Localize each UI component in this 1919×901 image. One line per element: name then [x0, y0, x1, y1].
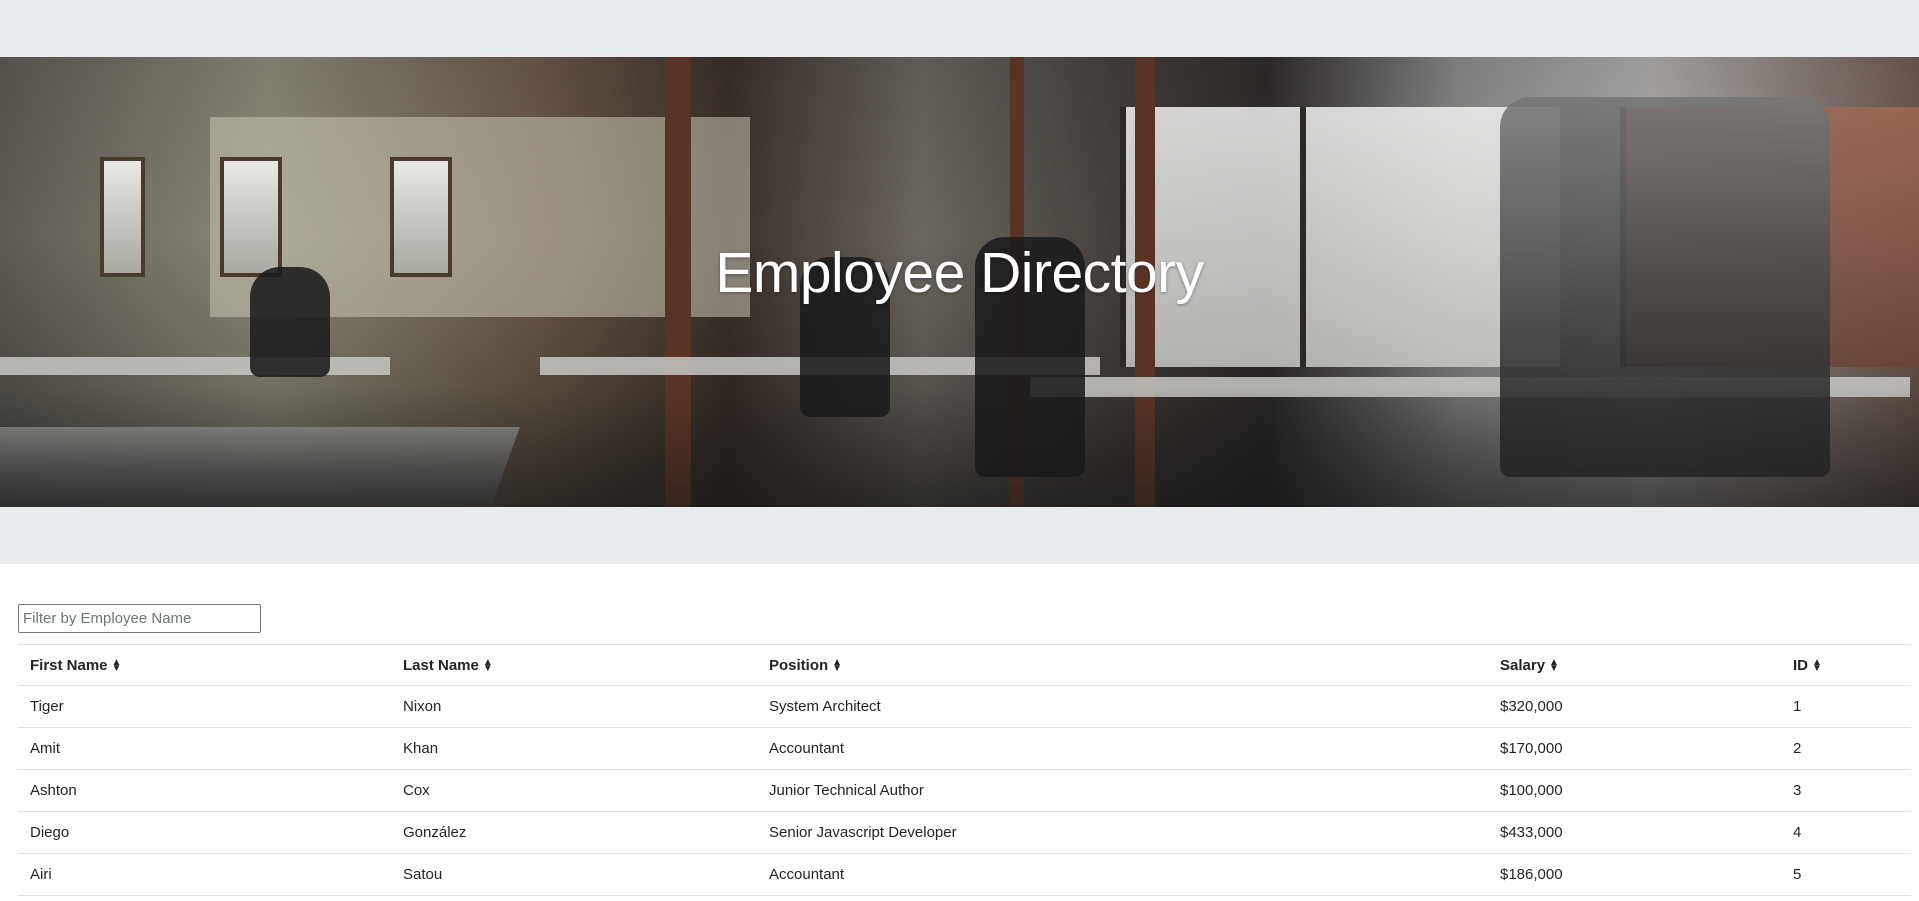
hero-banner: Employee Directory	[0, 57, 1919, 507]
table-row: Amit Khan Accountant $170,000 2	[18, 727, 1911, 770]
table-cell-salary: $186,000	[1488, 853, 1781, 896]
table-cell-first-name: Airi	[18, 853, 391, 896]
column-header-label: ID	[1793, 656, 1808, 674]
table-cell-id: 2	[1781, 727, 1911, 770]
table-cell-last-name: González	[391, 811, 757, 854]
table-row: Tiger Nixon System Architect $320,000 1	[18, 685, 1911, 728]
employee-table: First Name ▲ ▼ Last Name ▲ ▼ Position ▲ ▼ Salary ▲…	[18, 644, 1911, 896]
office-floor	[0, 387, 1919, 507]
table-cell-id: 4	[1781, 811, 1911, 854]
table-cell-first-name: Diego	[18, 811, 391, 854]
table-header-row: First Name ▲ ▼ Last Name ▲ ▼ Position ▲ ▼ Salary ▲…	[18, 644, 1911, 686]
table-cell-first-name: Ashton	[18, 769, 391, 812]
column-header-salary[interactable]: Salary ▲ ▼	[1488, 644, 1781, 686]
table-cell-position: Accountant	[757, 727, 1488, 770]
table-cell-salary: $100,000	[1488, 769, 1781, 812]
office-desk	[0, 357, 390, 375]
sort-icon[interactable]: ▲ ▼	[1549, 657, 1559, 673]
sort-icon[interactable]: ▲ ▼	[483, 657, 493, 673]
table-cell-last-name: Cox	[391, 769, 757, 812]
table-cell-id: 3	[1781, 769, 1911, 812]
column-header-label: Salary	[1500, 656, 1546, 674]
table-cell-first-name: Tiger	[18, 685, 391, 728]
table-cell-salary: $320,000	[1488, 685, 1781, 728]
column-header-last-name[interactable]: Last Name ▲ ▼	[391, 644, 757, 686]
top-band	[0, 0, 1919, 57]
table-cell-id: 5	[1781, 853, 1911, 896]
page-title: Employee Directory	[715, 241, 1204, 305]
bottom-band	[0, 507, 1919, 564]
table-row: Diego González Senior Javascript Developer…	[18, 811, 1911, 854]
column-header-label: Last Name	[403, 656, 479, 674]
table-cell-position: Junior Technical Author	[757, 769, 1488, 812]
sort-icon[interactable]: ▲ ▼	[112, 657, 122, 673]
table-header: First Name ▲ ▼ Last Name ▲ ▼ Position ▲ ▼ Salary ▲…	[18, 644, 1911, 686]
table-cell-last-name: Satou	[391, 853, 757, 896]
directory-content: First Name▲▼Last Name▲▼Position▲▼Salary▲…	[0, 564, 1919, 896]
column-header-label: Position	[769, 656, 829, 674]
column-header-label: First Name	[30, 656, 108, 674]
column-header-position[interactable]: Position ▲ ▼	[757, 644, 1488, 686]
table-cell-id: 1	[1781, 685, 1911, 728]
table-cell-last-name: Nixon	[391, 685, 757, 728]
table-body: Tiger Nixon System Architect $320,000 1 Amit K…	[18, 685, 1911, 896]
column-header-id[interactable]: ID ▲ ▼	[1781, 644, 1911, 686]
column-header-first-name[interactable]: First Name ▲ ▼	[18, 644, 391, 686]
table-cell-first-name: Amit	[18, 727, 391, 770]
table-row: Ashton Cox Junior Technical Author $100,000…	[18, 769, 1911, 812]
table-cell-last-name: Khan	[391, 727, 757, 770]
sort-icon[interactable]: ▲ ▼	[832, 657, 842, 673]
sort-icon[interactable]: ▲ ▼	[1812, 657, 1822, 673]
table-cell-salary: $433,000	[1488, 811, 1781, 854]
table-cell-position: System Architect	[757, 685, 1488, 728]
table-cell-salary: $170,000	[1488, 727, 1781, 770]
table-cell-position: Senior Javascript Developer	[757, 811, 1488, 854]
table-cell-position: Accountant	[757, 853, 1488, 896]
employee-filter-input[interactable]	[18, 604, 261, 633]
table-row: Airi Satou Accountant $186,000 5	[18, 853, 1911, 896]
